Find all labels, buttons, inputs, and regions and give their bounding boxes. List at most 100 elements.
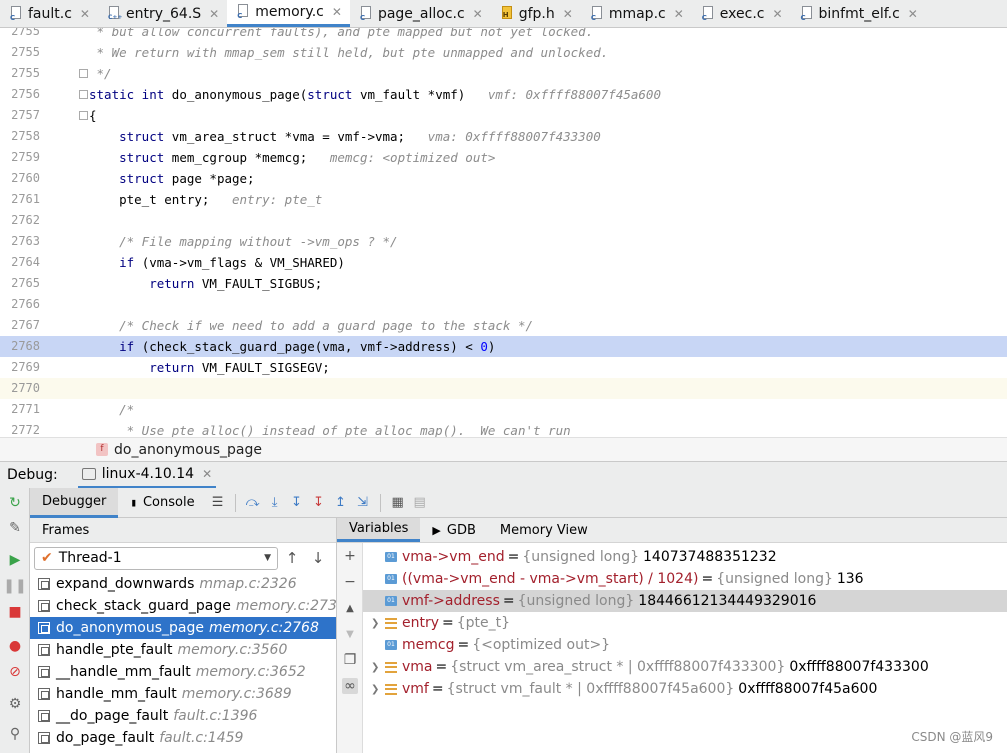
variable-row[interactable]: 01 vmf->address = {unsigned long} 1844661213…	[363, 590, 1007, 612]
force-step-into-icon[interactable]: ↧	[308, 492, 330, 514]
code-line[interactable]: 2756 static int do_anonymous_page(struct …	[0, 84, 1007, 105]
code-line[interactable]: 2760 struct page *page;	[0, 168, 1007, 189]
tab-gdb[interactable]: ▶ GDB	[420, 518, 487, 542]
tab-exec-c[interactable]: Cexec.c ✕	[692, 0, 791, 27]
move-down-icon[interactable]: ▼	[342, 626, 358, 642]
stack-frame[interactable]: __do_page_fault fault.c:1396	[30, 705, 336, 727]
step-out-icon[interactable]: ↥	[330, 492, 352, 514]
tab-page-alloc-c[interactable]: Cpage_alloc.c ✕	[350, 0, 491, 27]
line-number[interactable]: 2768	[0, 336, 40, 357]
stack-frame[interactable]: __handle_mm_fault memory.c:3652	[30, 661, 336, 683]
stack-frame[interactable]: do_page_fault fault.c:1459	[30, 727, 336, 749]
table-view-icon[interactable]: ▤	[409, 492, 431, 514]
tab-variables[interactable]: Variables	[337, 518, 421, 542]
tab-entry-64-s[interactable]: C++ entry_64.S ✕	[98, 0, 227, 27]
fold-marker-icon[interactable]	[79, 90, 88, 99]
line-number[interactable]: 2756	[0, 84, 40, 105]
variable-row[interactable]: 01 vma->vm_end = {unsigned long} 14073748835…	[363, 546, 1007, 568]
stack-frame[interactable]: check_stack_guard_page memory.c:2737	[30, 595, 346, 617]
code-line[interactable]: 2768 if (check_stack_guard_page(vma, vmf…	[0, 336, 1007, 357]
close-icon[interactable]: ✕	[772, 7, 782, 21]
code-line[interactable]: 2755 */	[0, 63, 1007, 84]
variable-row[interactable]: ❯ vmf = {struct vm_fault * | 0xffff88007f45…	[363, 678, 1007, 700]
pin-icon[interactable]: ⚲	[7, 726, 23, 742]
code-line[interactable]: 2766	[0, 294, 1007, 315]
code-line[interactable]: 2771 /*	[0, 399, 1007, 420]
variable-row[interactable]: ❯ vma = {struct vm_area_struct * | 0xffff88…	[363, 656, 1007, 678]
run-to-cursor-icon[interactable]: ⇲	[352, 492, 374, 514]
line-number[interactable]: 2765	[0, 273, 40, 294]
close-icon[interactable]: ✕	[473, 7, 483, 21]
stack-frame[interactable]: expand_downwards mmap.c:2326	[30, 573, 336, 595]
frame-up-button[interactable]: ↑	[280, 547, 304, 570]
show-execution-point-icon[interactable]: ⤼	[242, 492, 264, 514]
line-number[interactable]: 2767	[0, 315, 40, 336]
add-watch-icon[interactable]: +	[342, 548, 358, 564]
fold-marker-icon[interactable]	[79, 111, 88, 120]
line-number[interactable]: 2759	[0, 147, 40, 168]
variable-row[interactable]: 01 memcg = {<optimized out>}	[363, 634, 1007, 656]
tab-gfp-h[interactable]: Hgfp.h ✕	[491, 0, 581, 27]
copy-icon[interactable]: ❐	[342, 652, 358, 668]
stack-frame[interactable]: handle_mm_fault memory.c:3689	[30, 683, 336, 705]
stop-icon[interactable]: ■	[7, 604, 23, 620]
evaluate-icon[interactable]: ▦	[387, 492, 409, 514]
expand-arrow-icon[interactable]: ❯	[371, 684, 385, 695]
breadcrumb[interactable]: f do_anonymous_page	[0, 437, 1007, 461]
tab-fault-c[interactable]: Cfault.c ✕	[0, 0, 98, 27]
code-line[interactable]: 2769 return VM_FAULT_SIGSEGV;	[0, 357, 1007, 378]
code-line[interactable]: 2762	[0, 210, 1007, 231]
line-number[interactable]: 2761	[0, 189, 40, 210]
code-line[interactable]: 2772 * Use pte_alloc() instead of pte_al…	[0, 420, 1007, 437]
close-icon[interactable]: ✕	[908, 7, 918, 21]
line-number[interactable]: 2757	[0, 105, 40, 126]
stack-frame[interactable]: do_anonymous_page memory.c:2768	[30, 617, 336, 639]
close-icon[interactable]: ✕	[674, 7, 684, 21]
tab-mmap-c[interactable]: Cmmap.c ✕	[581, 0, 692, 27]
line-number[interactable]: 2760	[0, 168, 40, 189]
line-number[interactable]: 2770	[0, 378, 40, 399]
code-line[interactable]: 2764 if (vma->vm_flags & VM_SHARED)	[0, 252, 1007, 273]
move-up-icon[interactable]: ▲	[342, 600, 358, 616]
close-icon[interactable]: ✕	[80, 7, 90, 21]
tab-debugger[interactable]: Debugger	[30, 487, 119, 518]
tab-console[interactable]: ▮ Console	[118, 488, 206, 518]
expand-arrow-icon[interactable]: ❯	[371, 662, 385, 673]
fold-marker-icon[interactable]	[79, 69, 88, 78]
code-line[interactable]: 2759 struct mem_cgroup *memcg; memcg: <o…	[0, 147, 1007, 168]
view-breakpoints-icon[interactable]: ●	[7, 638, 23, 654]
pause-icon[interactable]: ❚❚	[3, 578, 26, 594]
code-line[interactable]: 2761 pte_t entry; entry: pte_t	[0, 189, 1007, 210]
code-line[interactable]: 2757 {	[0, 105, 1007, 126]
line-number[interactable]: 2763	[0, 231, 40, 252]
step-into-icon[interactable]: ↧	[286, 492, 308, 514]
mute-breakpoints-icon[interactable]: ⊘	[7, 664, 23, 680]
show-watches-icon[interactable]: ∞	[342, 678, 358, 694]
code-line[interactable]: 2765 return VM_FAULT_SIGBUS;	[0, 273, 1007, 294]
variable-row[interactable]: 01 ((vma->vm_end - vma->vm_start) / 1024)…	[363, 568, 1007, 590]
line-number[interactable]: 2762	[0, 210, 40, 231]
layout-menu-icon[interactable]: ☰	[207, 492, 229, 514]
variable-row[interactable]: ❯ entry = {pte_t}	[363, 612, 1007, 634]
code-line[interactable]: 2763 /* File mapping without ->vm_ops ? …	[0, 231, 1007, 252]
tab-binfmt-elf-c[interactable]: Cbinfmt_elf.c ✕	[791, 0, 926, 27]
remove-watch-icon[interactable]: −	[342, 574, 358, 590]
line-number[interactable]: 2771	[0, 399, 40, 420]
stack-frame[interactable]: handle_pte_fault memory.c:3560	[30, 639, 336, 661]
code-line[interactable]: 2767 /* Check if we need to add a guard …	[0, 315, 1007, 336]
close-icon[interactable]: ✕	[202, 467, 212, 481]
code-line[interactable]: 2770	[0, 378, 1007, 399]
tab-memory-view[interactable]: Memory View	[488, 518, 600, 542]
line-number[interactable]: 2755	[0, 28, 40, 42]
line-number[interactable]: 2764	[0, 252, 40, 273]
thread-select[interactable]: ✔ Thread-1 ▼	[34, 546, 278, 570]
close-icon[interactable]: ✕	[563, 7, 573, 21]
resume-icon[interactable]: ▶	[7, 552, 23, 568]
tab-memory-c[interactable]: Cmemory.c ✕	[227, 0, 350, 27]
frame-down-button[interactable]: ↓	[306, 547, 330, 570]
code-editor[interactable]: 2755 * but allow concurrent faults), and…	[0, 28, 1007, 437]
code-line[interactable]: 2755 * We return with mmap_sem still hel…	[0, 42, 1007, 63]
debug-session-tab[interactable]: linux-4.10.14 ✕	[77, 462, 217, 489]
line-number[interactable]: 2766	[0, 294, 40, 315]
expand-arrow-icon[interactable]: ❯	[371, 618, 385, 629]
